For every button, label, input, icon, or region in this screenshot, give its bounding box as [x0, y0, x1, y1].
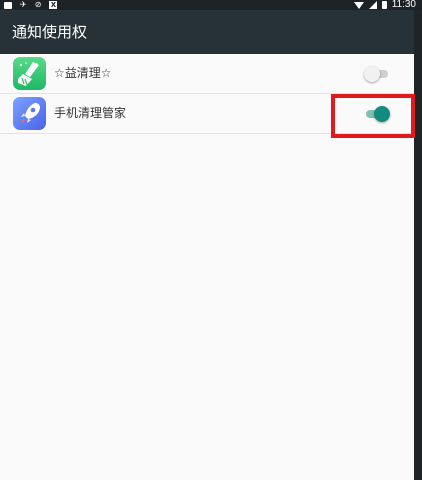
toggle-thumb — [364, 66, 380, 82]
app-label: ☆益清理☆ — [54, 66, 112, 80]
dnd-icon: ⊘ — [34, 0, 42, 9]
notification-toggle-off[interactable] — [364, 66, 390, 82]
status-left-icons: ✈ ⊘ X — [4, 0, 58, 10]
list-item-shouji-qingli-guanjia[interactable]: 手机清理管家 — [0, 94, 414, 134]
toggle-thumb — [374, 106, 390, 122]
signal-icon — [368, 1, 377, 9]
page-title: 通知使用权 — [12, 23, 88, 41]
rocket-icon — [13, 97, 46, 130]
notification-square-icon — [4, 1, 12, 9]
status-bar: ✈ ⊘ X 11:30 — [0, 0, 422, 10]
broom-cleaner-icon — [13, 57, 46, 90]
airplane-icon: ✈ — [20, 0, 27, 9]
app-bar: 通知使用权 — [0, 10, 414, 54]
list-item-yiqingli[interactable]: ☆益清理☆ — [0, 54, 414, 94]
battery-icon — [381, 1, 387, 9]
screen: ✈ ⊘ X 11:30 通知使用权 ☆益清理☆ 手机清理管家 — [0, 0, 422, 480]
notification-toggle-on[interactable] — [364, 106, 390, 122]
status-right-icons: 11:30 — [353, 0, 416, 10]
x-box-icon: X — [49, 1, 58, 9]
wifi-icon — [353, 1, 364, 9]
notification-access-list: ☆益清理☆ 手机清理管家 — [0, 54, 414, 134]
right-edge-strip — [414, 10, 422, 480]
app-label: 手机清理管家 — [54, 106, 127, 120]
status-time: 11:30 — [391, 0, 416, 10]
